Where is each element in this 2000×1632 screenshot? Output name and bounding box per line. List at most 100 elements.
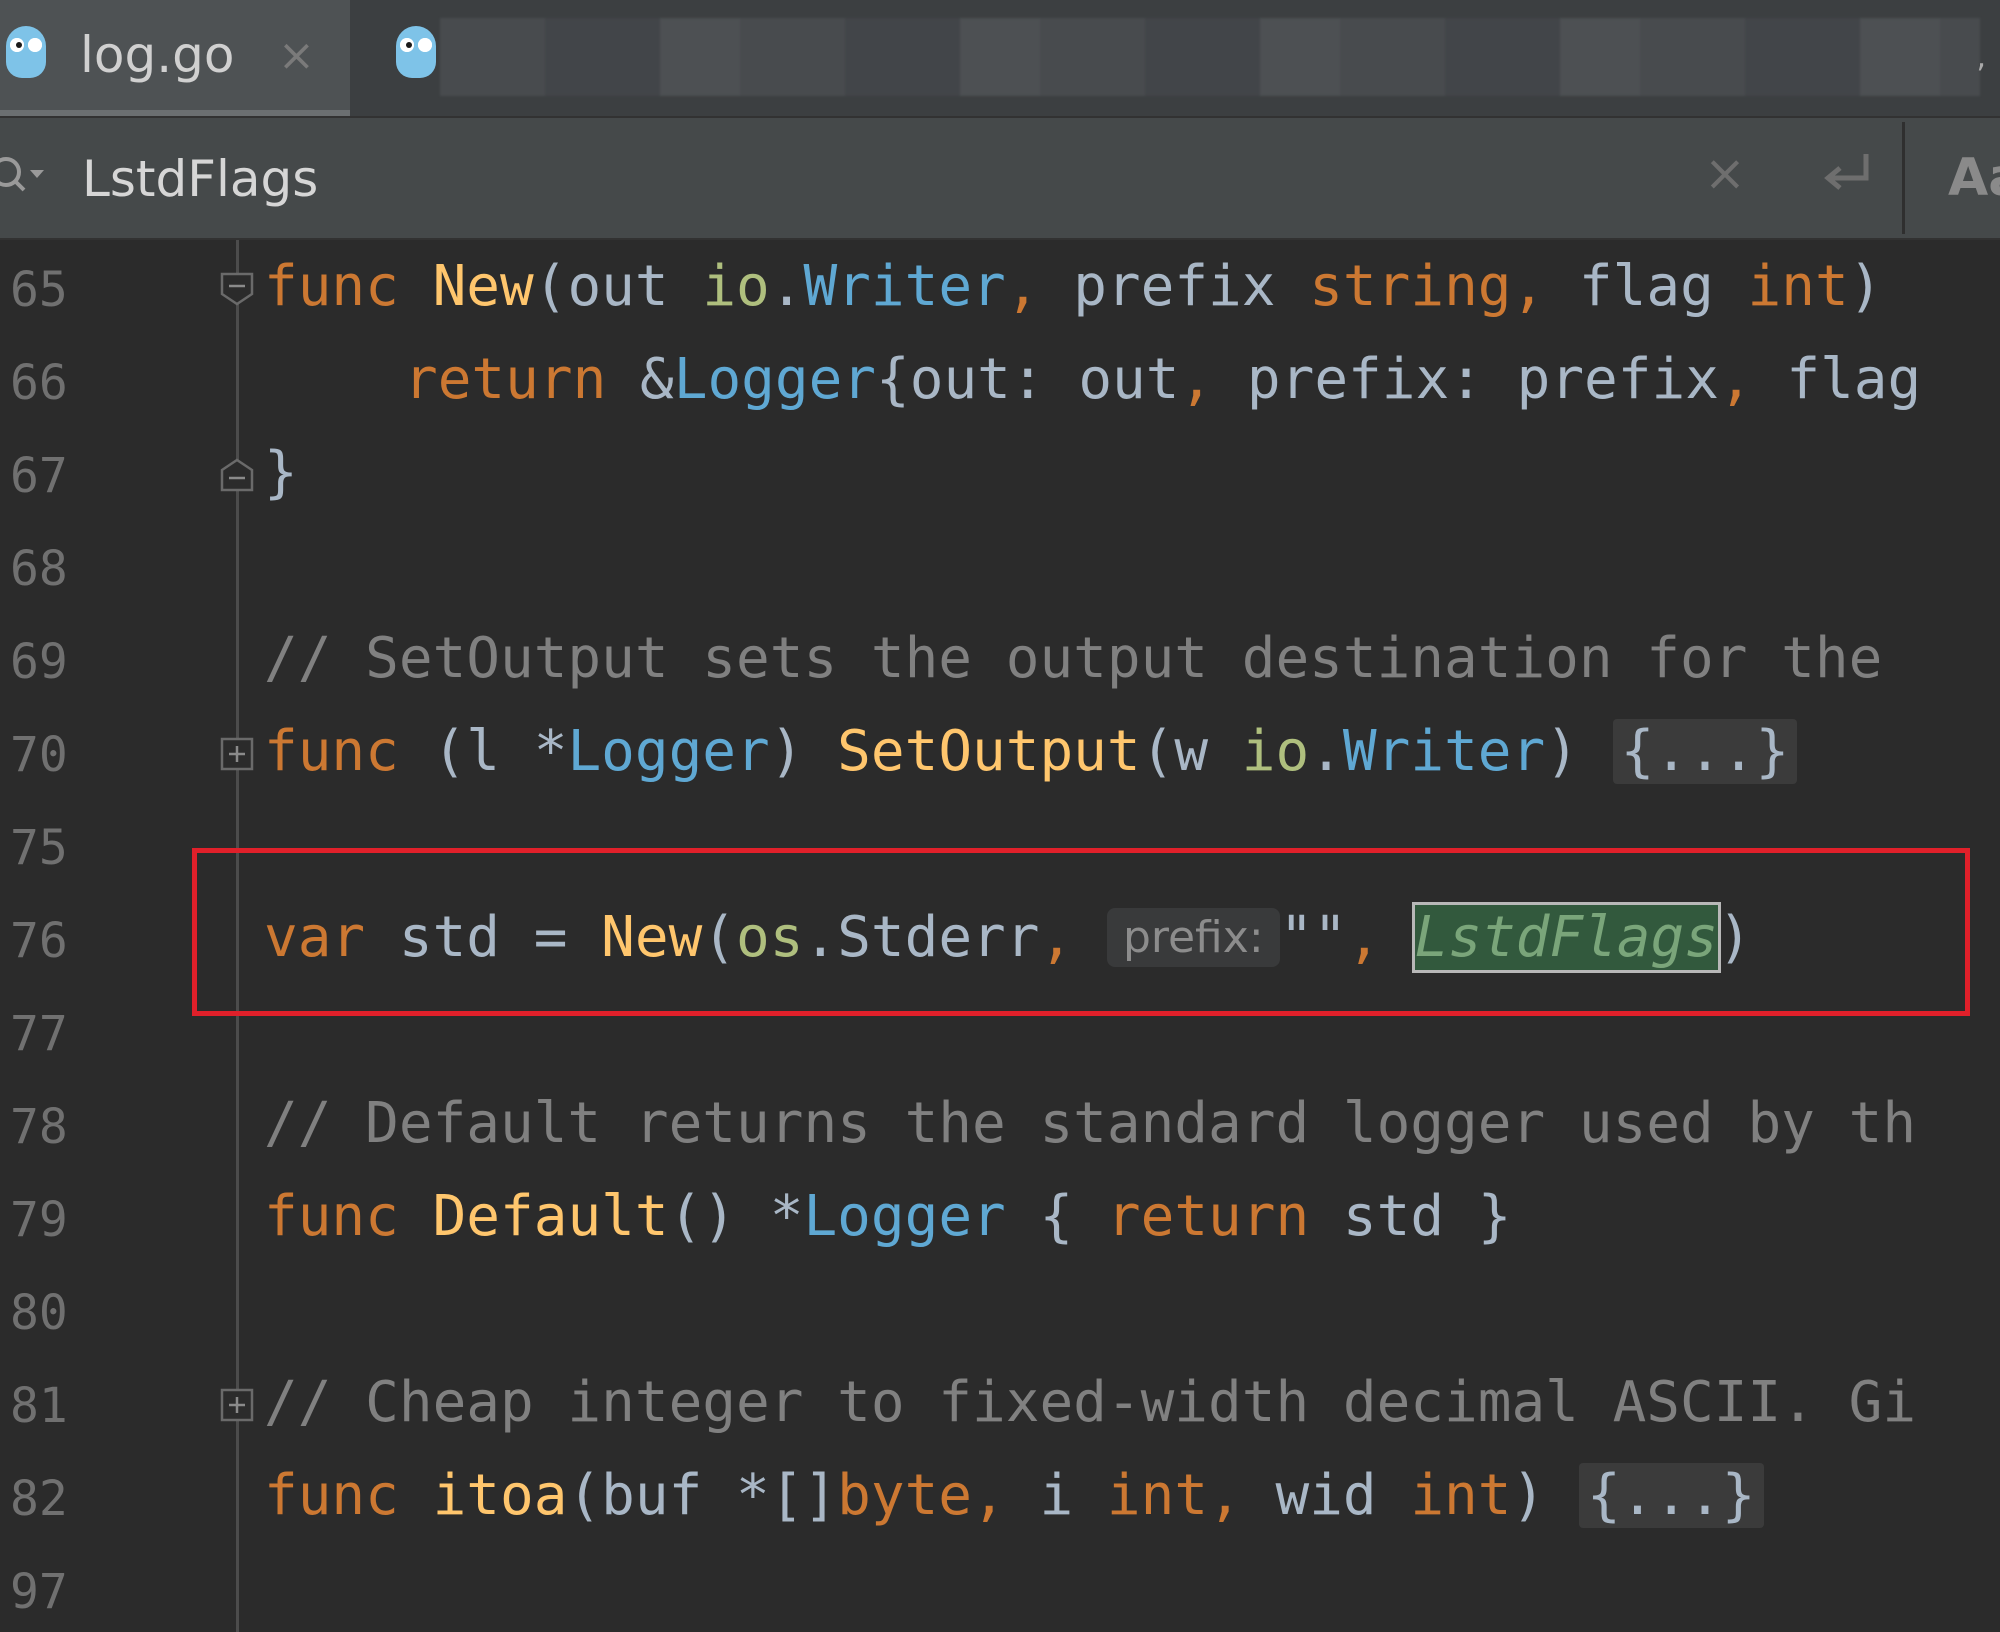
type-keyword: int bbox=[1747, 254, 1849, 319]
comment: // Cheap integer to fixed-width decimal … bbox=[264, 1370, 1917, 1435]
code-text: (w bbox=[1140, 719, 1242, 784]
line-number: 97 bbox=[10, 1564, 68, 1620]
code-editor[interactable]: 65 66 67 68 69 70 75 76 77 78 79 80 81 8… bbox=[0, 240, 2000, 1632]
folded-block[interactable]: {...} bbox=[1612, 719, 1798, 784]
keyword: func bbox=[264, 719, 399, 784]
code-text: ) bbox=[1545, 719, 1613, 784]
fold-icon[interactable] bbox=[220, 272, 254, 306]
line-number: 76 bbox=[10, 913, 68, 969]
line-number: 68 bbox=[10, 541, 68, 597]
code-text: () * bbox=[668, 1184, 804, 1249]
line-number: 79 bbox=[10, 1192, 68, 1248]
code-text: } bbox=[264, 440, 298, 505]
code-text: (buf *[] bbox=[567, 1463, 838, 1528]
code-text: (l * bbox=[398, 719, 568, 784]
comma: , bbox=[972, 1463, 1006, 1528]
code-text: . bbox=[769, 254, 804, 319]
code-line-65[interactable]: func New(out io.Writer, prefix string, f… bbox=[264, 240, 1882, 333]
editor-tab-bar: log.go × , bbox=[0, 0, 2000, 118]
type-name: Logger bbox=[803, 1184, 1006, 1249]
line-number: 81 bbox=[10, 1378, 68, 1434]
code-line-78[interactable]: // Default returns the standard logger u… bbox=[264, 1077, 1916, 1170]
keyword: return bbox=[1106, 1184, 1310, 1249]
comma: , bbox=[1208, 1463, 1242, 1528]
search-icon[interactable] bbox=[0, 148, 50, 208]
keyword: func bbox=[264, 1463, 399, 1528]
code-text: ) bbox=[1848, 254, 1883, 319]
keyword: return bbox=[404, 347, 607, 412]
comma: , bbox=[1718, 347, 1753, 412]
tab-label: log.go bbox=[80, 26, 235, 84]
code-text: { bbox=[1005, 1184, 1107, 1249]
package-name: io bbox=[702, 254, 770, 319]
gopher-icon bbox=[396, 26, 436, 78]
function-name: Default bbox=[432, 1184, 669, 1249]
clear-search-icon[interactable]: × bbox=[1704, 144, 1746, 202]
unfold-icon[interactable] bbox=[220, 737, 254, 771]
function-name: itoa bbox=[432, 1463, 568, 1528]
match-case-toggle[interactable]: Aa bbox=[1948, 148, 2000, 208]
find-input[interactable] bbox=[80, 138, 1684, 220]
line-number: 80 bbox=[10, 1285, 68, 1341]
package-name: io bbox=[1241, 719, 1310, 784]
type-name: Writer bbox=[1342, 719, 1546, 784]
code-text: & bbox=[606, 347, 674, 412]
highlight-annotation-box bbox=[192, 848, 1970, 1016]
line-number: 78 bbox=[10, 1099, 68, 1155]
tab-log-go[interactable]: log.go × bbox=[0, 0, 350, 116]
line-number: 66 bbox=[10, 355, 68, 411]
function-name: SetOutput bbox=[837, 719, 1141, 784]
code-text: . bbox=[1309, 719, 1343, 784]
code-line-66[interactable]: return &Logger{out: out, prefix: prefix,… bbox=[404, 333, 1921, 426]
divider bbox=[1902, 122, 1905, 234]
line-number: 77 bbox=[10, 1006, 68, 1062]
function-name: New bbox=[432, 254, 534, 319]
type-name: Logger bbox=[673, 347, 877, 412]
gopher-icon bbox=[6, 26, 46, 78]
type-keyword: byte bbox=[837, 1463, 973, 1528]
comment: // SetOutput sets the output destination… bbox=[264, 626, 1883, 691]
comma: , bbox=[1005, 254, 1040, 319]
code-text: ) bbox=[769, 719, 838, 784]
fold-icon[interactable] bbox=[220, 458, 254, 492]
line-number: 67 bbox=[10, 448, 68, 504]
code-line-79[interactable]: func Default() *Logger { return std } bbox=[264, 1170, 1512, 1263]
code-text: std } bbox=[1309, 1184, 1512, 1249]
code-line-81[interactable]: // Cheap integer to fixed-width decimal … bbox=[264, 1356, 1916, 1449]
code-line-67[interactable]: } bbox=[264, 426, 298, 519]
comment: // Default returns the standard logger u… bbox=[264, 1091, 1917, 1156]
code-text: flag bbox=[1752, 347, 1922, 412]
code-text: prefix bbox=[1039, 254, 1310, 319]
unfold-icon[interactable] bbox=[220, 1388, 254, 1422]
comma: , bbox=[1179, 347, 1214, 412]
type-keyword: int bbox=[1410, 1463, 1512, 1528]
type-keyword: string bbox=[1309, 254, 1512, 319]
code-line-69[interactable]: // SetOutput sets the output destination… bbox=[264, 612, 1882, 705]
keyword: func bbox=[264, 254, 399, 319]
type-name: Logger bbox=[567, 719, 770, 784]
code-text: i bbox=[1005, 1463, 1107, 1528]
close-icon[interactable]: × bbox=[278, 30, 315, 81]
code-line-82[interactable]: func itoa(buf *[]byte, i int, wid int) {… bbox=[264, 1449, 1764, 1542]
code-text: (out bbox=[533, 254, 703, 319]
line-number: 69 bbox=[10, 634, 68, 690]
code-text: flag bbox=[1545, 254, 1748, 319]
wrap-icon[interactable] bbox=[1816, 144, 1876, 204]
code-text: {out: out bbox=[876, 347, 1180, 412]
comma: , bbox=[1511, 254, 1546, 319]
type-name: Writer bbox=[803, 254, 1006, 319]
code-text: wid bbox=[1241, 1463, 1411, 1528]
keyword: func bbox=[264, 1184, 399, 1249]
blurred-tab-titles[interactable] bbox=[440, 18, 1980, 96]
type-keyword: int bbox=[1106, 1463, 1209, 1528]
line-number: 70 bbox=[10, 727, 68, 783]
code-line-70[interactable]: func (l *Logger) SetOutput(w io.Writer) … bbox=[264, 705, 1798, 798]
code-text: ) bbox=[1511, 1463, 1579, 1528]
find-bar bbox=[0, 118, 2000, 240]
line-number: 82 bbox=[10, 1471, 68, 1527]
line-number: 75 bbox=[10, 820, 68, 876]
code-text: prefix: prefix bbox=[1213, 347, 1719, 412]
line-number: 65 bbox=[10, 262, 68, 318]
folded-block[interactable]: {...} bbox=[1578, 1463, 1764, 1528]
tab-overflow-icon[interactable]: , bbox=[1976, 40, 1986, 75]
